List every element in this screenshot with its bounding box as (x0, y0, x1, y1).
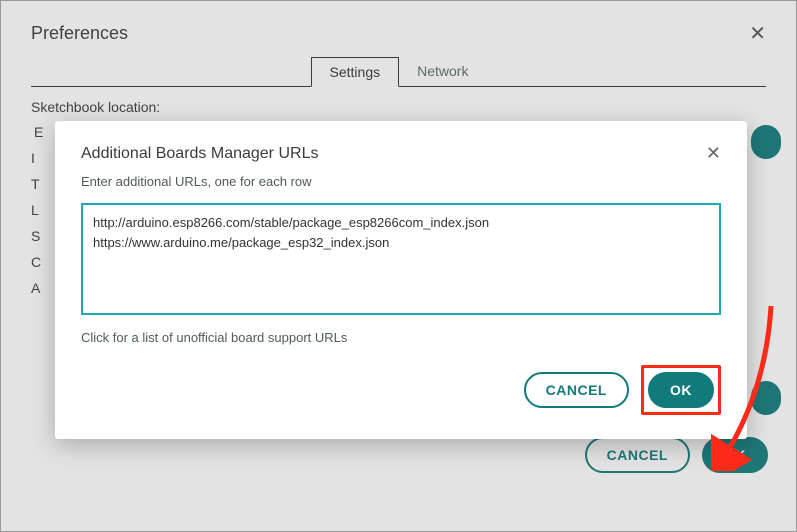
modal-cancel-button[interactable]: CANCEL (524, 372, 629, 408)
modal-title: Additional Boards Manager URLs (81, 145, 318, 163)
additional-urls-textarea[interactable] (81, 203, 721, 315)
modal-close-icon[interactable]: ✕ (706, 143, 721, 164)
modal-subtitle: Enter additional URLs, one for each row (81, 174, 721, 189)
unofficial-boards-link[interactable]: Click for a list of unofficial board sup… (81, 330, 721, 345)
additional-boards-urls-dialog: Additional Boards Manager URLs ✕ Enter a… (55, 121, 747, 439)
annotation-highlight-box: OK (641, 365, 721, 415)
modal-ok-button[interactable]: OK (648, 372, 714, 408)
